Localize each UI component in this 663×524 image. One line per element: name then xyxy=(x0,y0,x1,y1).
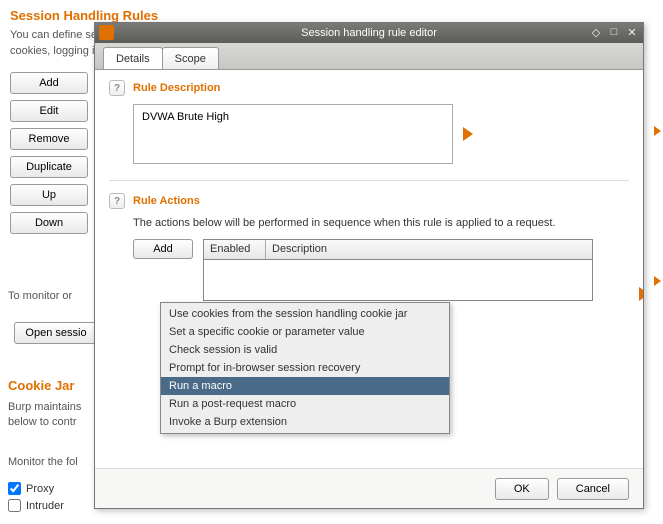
monitor-text: To monitor or xyxy=(8,290,72,302)
duplicate-rule-button[interactable]: Duplicate xyxy=(10,156,88,178)
app-icon xyxy=(99,25,114,40)
col-description[interactable]: Description xyxy=(266,240,592,259)
detach-icon[interactable]: ◇ xyxy=(589,25,603,39)
dropdown-item[interactable]: Set a specific cookie or parameter value xyxy=(161,323,449,341)
session-rules-heading: Session Handling Rules xyxy=(10,8,653,23)
intruder-check-label: Intruder xyxy=(26,500,64,512)
cancel-button[interactable]: Cancel xyxy=(557,478,629,500)
open-sessions-button[interactable]: Open sessio xyxy=(14,322,98,344)
cookie-jar-text1: Burp maintains xyxy=(8,401,81,413)
maximize-icon[interactable]: □ xyxy=(607,25,621,39)
expand-arrow-icon[interactable] xyxy=(639,287,643,301)
session-rule-editor-dialog: Session handling rule editor ◇ □ ✕ Detai… xyxy=(94,22,644,509)
rule-actions-title: Rule Actions xyxy=(133,195,200,207)
rule-actions-desc: The actions below will be performed in s… xyxy=(133,217,629,229)
actions-table[interactable]: Enabled Description xyxy=(203,239,593,301)
dropdown-item[interactable]: Invoke a Burp extension xyxy=(161,413,449,431)
expand-arrow-icon[interactable] xyxy=(463,127,473,141)
monitor-following-text: Monitor the fol xyxy=(8,456,78,468)
intruder-check-row[interactable]: Intruder xyxy=(8,499,64,512)
proxy-checkbox[interactable] xyxy=(8,482,21,495)
dialog-tabbar: Details Scope xyxy=(95,43,643,69)
dialog-titlebar[interactable]: Session handling rule editor ◇ □ ✕ xyxy=(95,23,643,43)
down-rule-button[interactable]: Down xyxy=(10,212,88,234)
proxy-check-label: Proxy xyxy=(26,483,54,495)
proxy-check-row[interactable]: Proxy xyxy=(8,482,64,495)
dropdown-item[interactable]: Run a post-request macro xyxy=(161,395,449,413)
dropdown-item[interactable]: Check session is valid xyxy=(161,341,449,359)
up-rule-button[interactable]: Up xyxy=(10,184,88,206)
help-icon[interactable]: ? xyxy=(109,193,125,209)
close-icon[interactable]: ✕ xyxy=(625,25,639,39)
ok-button[interactable]: OK xyxy=(495,478,549,500)
dialog-footer: OK Cancel xyxy=(95,468,643,508)
add-action-button[interactable]: Add xyxy=(133,239,193,259)
dialog-title: Session handling rule editor xyxy=(301,27,437,39)
rule-actions-heading: ? Rule Actions xyxy=(109,193,629,209)
edit-rule-button[interactable]: Edit xyxy=(10,100,88,122)
dropdown-item[interactable]: Use cookies from the session handling co… xyxy=(161,305,449,323)
monitor-checks: Proxy Intruder xyxy=(8,482,64,512)
dropdown-item[interactable]: Prompt for in-browser session recovery xyxy=(161,359,449,377)
cookie-jar-heading: Cookie Jar xyxy=(8,378,74,393)
scroll-arrow-icon[interactable] xyxy=(654,276,661,286)
dropdown-item[interactable]: Run a macro xyxy=(161,377,449,395)
add-rule-button[interactable]: Add xyxy=(10,72,88,94)
help-icon[interactable]: ? xyxy=(109,80,125,96)
tab-details[interactable]: Details xyxy=(103,47,163,69)
rule-description-heading: ? Rule Description xyxy=(109,80,629,96)
remove-rule-button[interactable]: Remove xyxy=(10,128,88,150)
rule-description-input[interactable] xyxy=(133,104,453,164)
right-edge-arrows xyxy=(651,56,663,356)
tab-scope[interactable]: Scope xyxy=(162,47,219,69)
col-enabled[interactable]: Enabled xyxy=(204,240,266,259)
cookie-jar-text2: below to contr xyxy=(8,416,76,428)
scroll-arrow-icon[interactable] xyxy=(654,126,661,136)
section-divider xyxy=(109,180,629,181)
intruder-checkbox[interactable] xyxy=(8,499,21,512)
add-action-dropdown[interactable]: Use cookies from the session handling co… xyxy=(160,302,450,434)
rule-description-title: Rule Description xyxy=(133,82,220,94)
actions-table-body[interactable] xyxy=(204,260,592,300)
actions-table-header: Enabled Description xyxy=(204,240,592,260)
rules-button-column: Add Edit Remove Duplicate Up Down xyxy=(10,72,88,234)
cookie-jar-text: Burp maintains below to contr xyxy=(8,400,81,431)
